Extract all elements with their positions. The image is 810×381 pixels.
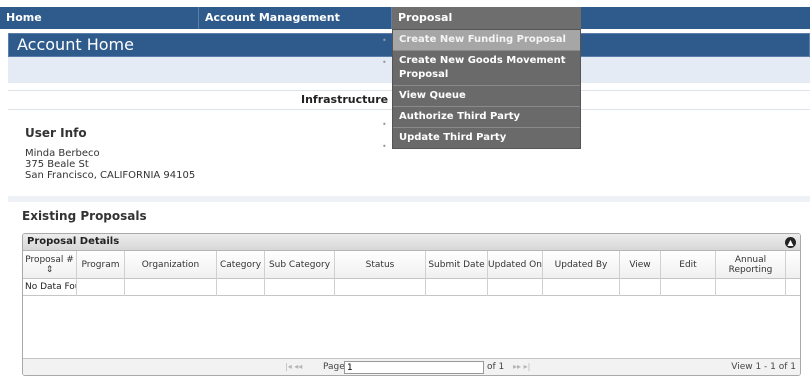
nav-account-management[interactable]: Account Management <box>199 7 392 29</box>
existing-proposals-title: Existing Proposals <box>22 209 147 223</box>
col-edit[interactable]: Edit <box>661 251 716 279</box>
menu-item-authorize-third-party[interactable]: Authorize Third Party <box>393 107 580 128</box>
nav-proposal[interactable]: Proposal <box>392 7 581 29</box>
proposals-grid: Proposal Details ▲ Proposal # ⇕ Program … <box>22 233 801 376</box>
col-organization[interactable]: Organization <box>125 251 217 279</box>
table-cell <box>426 279 488 296</box>
table-cell <box>716 279 786 296</box>
top-nav: Home Account Management Proposal <box>0 7 810 29</box>
table-cell <box>217 279 265 296</box>
pager-first-prev-icon[interactable]: |◂ ◂◂ <box>285 362 302 371</box>
pager-page-input[interactable] <box>344 361 484 374</box>
grid-pager: |◂ ◂◂ Page of 1 ▸▸ ▸| View 1 - 1 of 1 <box>23 358 800 375</box>
col-updated-on[interactable]: Updated On <box>488 251 543 279</box>
user-info-title: User Info <box>25 126 87 140</box>
collapse-icon[interactable]: ▲ <box>785 237 796 248</box>
page-title: Account Home <box>17 35 134 54</box>
section-heading: Infrastructure <box>301 93 389 106</box>
user-name: Minda Berbeco <box>25 148 100 159</box>
col-proposal-number[interactable]: Proposal # ⇕ <box>23 251 77 279</box>
table-cell <box>265 279 335 296</box>
pager-view-summary: View 1 - 1 of 1 <box>731 362 796 372</box>
col-program[interactable]: Program <box>77 251 125 279</box>
empty-row-message: No Data Found <box>23 279 77 296</box>
grid-caption-title: Proposal Details <box>27 236 120 247</box>
user-city-state-zip: San Francisco, CALIFORNIA 94105 <box>25 170 196 181</box>
grid-caption: Proposal Details ▲ <box>23 234 800 251</box>
pager-next-last-icon[interactable]: ▸▸ ▸| <box>513 362 530 371</box>
menu-bullet: • <box>382 36 387 45</box>
col-category[interactable]: Category <box>217 251 265 279</box>
table-cell <box>125 279 217 296</box>
pager-of-label: of 1 <box>487 362 505 372</box>
section-divider <box>8 196 810 202</box>
col-view[interactable]: View <box>620 251 661 279</box>
menu-bullet: • <box>382 120 387 129</box>
col-status[interactable]: Status <box>335 251 426 279</box>
user-street: 375 Beale St <box>25 159 89 170</box>
grid-header: Proposal # ⇕ Program Organization Catego… <box>23 251 800 279</box>
table-cell <box>620 279 661 296</box>
menu-bullet: • <box>382 142 387 151</box>
menu-item-view-queue[interactable]: View Queue <box>393 86 580 107</box>
table-cell <box>543 279 620 296</box>
col-sub-category[interactable]: Sub Category <box>265 251 335 279</box>
table-cell <box>488 279 543 296</box>
nav-home[interactable]: Home <box>0 7 199 29</box>
menu-item-create-funding-proposal[interactable]: Create New Funding Proposal <box>393 30 580 51</box>
menu-bullet: • <box>382 58 387 67</box>
menu-item-create-goods-movement-proposal[interactable]: Create New Goods Movement Proposal <box>393 51 580 86</box>
table-cell <box>661 279 716 296</box>
col-annual-reporting[interactable]: Annual Reporting <box>716 251 786 279</box>
col-submit-date[interactable]: Submit Date <box>426 251 488 279</box>
menu-item-update-third-party[interactable]: Update Third Party <box>393 128 580 148</box>
table-cell <box>77 279 125 296</box>
table-cell <box>335 279 426 296</box>
pager-page-label: Page <box>323 362 345 372</box>
proposal-dropdown-menu: Create New Funding Proposal Create New G… <box>392 29 581 149</box>
table-row: No Data Found <box>23 279 800 296</box>
col-updated-by[interactable]: Updated By <box>543 251 620 279</box>
